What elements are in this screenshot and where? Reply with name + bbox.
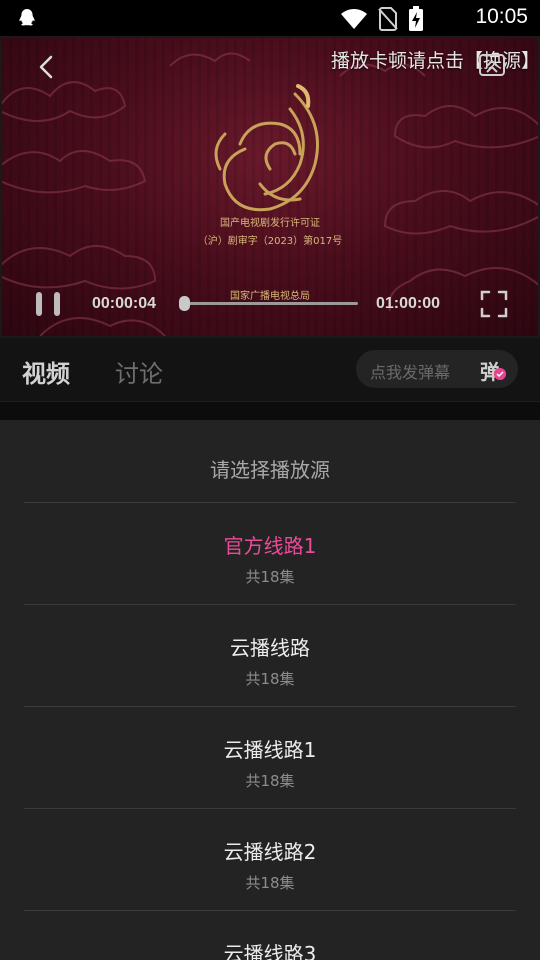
video-player[interactable]: 播放卡顿请点击【换源】 国产电视剧发行许可证 （沪）剧审字（2023）第017号… — [0, 36, 540, 338]
qq-icon — [19, 9, 35, 26]
source-name: 云播线路3 — [223, 942, 317, 960]
episode-count: 共18集 — [245, 568, 295, 586]
cast-icon[interactable] — [476, 50, 508, 82]
check-badge-icon — [494, 368, 506, 380]
wifi-icon — [341, 9, 367, 29]
fullscreen-icon[interactable] — [480, 290, 508, 318]
source-item-cloud-1[interactable]: 云播线路1 共18集 — [24, 706, 516, 808]
source-item-official-1[interactable]: 官方线路1 共18集 — [24, 502, 516, 604]
progress-bar[interactable] — [184, 302, 358, 305]
source-name: 云播线路 — [230, 636, 310, 660]
switch-source-notice[interactable]: 播放卡顿请点击【换源】 — [331, 46, 540, 73]
source-name: 官方线路1 — [223, 534, 317, 558]
danmu-input[interactable]: 点我发弹幕 弹 — [356, 350, 518, 388]
source-picker-sheet: 请选择播放源 官方线路1 共18集 云播线路 共18集 云播线路1 共18集 云… — [0, 420, 540, 960]
license-number: （沪）剧审字（2023）第017号 — [197, 236, 343, 247]
source-name: 云播线路1 — [223, 738, 317, 762]
clock: 10:05 — [475, 5, 528, 28]
total-time: 01:00:00 — [376, 295, 441, 312]
sheet-title: 请选择播放源 — [210, 458, 330, 482]
tab-bar: 视频 讨论 点我发弹幕 弹 — [0, 338, 540, 402]
battery-charging-icon — [409, 6, 423, 31]
tab-discussion[interactable]: 讨论 — [115, 354, 163, 389]
broadcast-logo — [214, 84, 319, 212]
license-title: 国产电视剧发行许可证 — [220, 218, 320, 229]
pause-icon[interactable] — [34, 290, 64, 318]
back-arrow-icon[interactable] — [30, 50, 64, 84]
episode-count: 共18集 — [245, 874, 295, 892]
source-item-cloud-3[interactable]: 云播线路3 — [24, 910, 516, 960]
episode-count: 共18集 — [245, 772, 295, 790]
source-name: 云播线路2 — [223, 840, 317, 864]
source-item-cloud[interactable]: 云播线路 共18集 — [24, 604, 516, 706]
status-bar: 10:05 — [0, 0, 540, 36]
source-item-cloud-2[interactable]: 云播线路2 共18集 — [24, 808, 516, 910]
episode-count: 共18集 — [245, 670, 295, 688]
dim-overlay — [0, 402, 540, 420]
no-sim-icon — [378, 7, 398, 31]
danmu-toggle-button[interactable]: 弹 — [480, 355, 508, 384]
progress-knob[interactable] — [179, 296, 191, 311]
current-time: 00:00:04 — [92, 295, 157, 312]
tab-video[interactable]: 视频 — [22, 354, 70, 389]
license-authority: 国家广播电视总局 — [230, 291, 310, 302]
danmu-placeholder: 点我发弹幕 — [370, 363, 451, 382]
